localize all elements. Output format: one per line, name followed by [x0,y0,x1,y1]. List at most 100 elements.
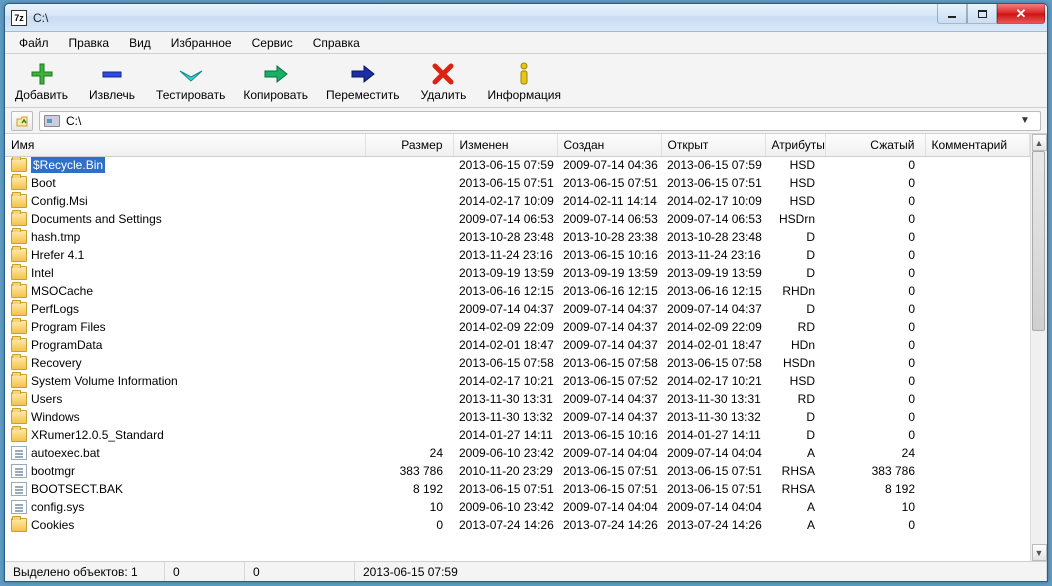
table-row[interactable]: Cookies02013-07-24 14:262013-07-24 14:26… [5,516,1030,534]
row-size [365,282,453,300]
info-label: Информация [487,88,560,102]
table-row[interactable]: BOOTSECT.BAK8 1922013-06-15 07:512013-06… [5,480,1030,498]
row-modified: 2013-11-30 13:32 [453,408,557,426]
info-button[interactable]: Информация [487,60,560,102]
row-size: 8 192 [365,480,453,498]
row-attrs: D [765,426,825,444]
folder-icon [11,284,27,298]
extract-button[interactable]: Извлечь [86,60,138,102]
test-button[interactable]: Тестировать [156,60,225,102]
row-modified: 2013-06-15 07:51 [453,480,557,498]
maximize-icon [978,10,987,18]
table-row[interactable]: System Volume Information 2014-02-17 10:2… [5,372,1030,390]
col-size[interactable]: Размер [365,134,453,156]
table-row[interactable]: Program Files2014-02-09 22:092009-07-14 … [5,318,1030,336]
row-attrs: RHDn [765,282,825,300]
row-packed: 0 [825,336,925,354]
x-icon [432,60,454,88]
file-list[interactable]: Имя Размер Изменен Создан Открыт Атрибут… [5,134,1030,561]
menu-file[interactable]: Файл [9,33,59,53]
table-row[interactable]: config.sys102009-06-10 23:422009-07-14 0… [5,498,1030,516]
row-opened: 2013-10-28 23:48 [661,228,765,246]
row-modified: 2014-02-17 10:21 [453,372,557,390]
copy-button[interactable]: Копировать [243,60,308,102]
table-row[interactable]: Config.Msi2014-02-17 10:092014-02-11 14:… [5,192,1030,210]
table-row[interactable]: Boot2013-06-15 07:512013-06-15 07:512013… [5,174,1030,192]
test-label: Тестировать [156,88,225,102]
row-name: Cookies [31,518,74,532]
table-row[interactable]: Users2013-11-30 13:312009-07-14 04:37201… [5,390,1030,408]
col-created[interactable]: Создан [557,134,661,156]
table-row[interactable]: MSOCache2013-06-16 12:152013-06-16 12:15… [5,282,1030,300]
row-opened: 2013-09-19 13:59 [661,264,765,282]
move-button[interactable]: Переместить [326,60,400,102]
col-opened[interactable]: Открыт [661,134,765,156]
vertical-scrollbar[interactable]: ▲ ▼ [1030,134,1047,561]
row-size: 24 [365,444,453,462]
title-bar[interactable]: 7z C:\ ✕ [5,4,1047,32]
row-name: System Volume Information [31,374,178,388]
status-cell-3: 2013-06-15 07:59 [355,562,1047,581]
table-row[interactable]: hash.tmp2013-10-28 23:482013-10-28 23:38… [5,228,1030,246]
col-comment[interactable]: Комментарий [925,134,1030,156]
menu-view[interactable]: Вид [119,33,161,53]
menu-bar: Файл Правка Вид Избранное Сервис Справка [5,32,1047,54]
row-attrs: D [765,408,825,426]
file-icon [11,500,27,514]
copy-label: Копировать [243,88,308,102]
scroll-down-icon[interactable]: ▼ [1032,544,1047,561]
row-packed: 10 [825,498,925,516]
row-size [365,246,453,264]
check-icon [178,60,204,88]
scrollbar-track[interactable] [1031,151,1047,544]
table-row[interactable]: ProgramData2014-02-01 18:472009-07-14 04… [5,336,1030,354]
col-modified[interactable]: Изменен [453,134,557,156]
delete-label: Удалить [421,88,467,102]
row-created: 2013-06-15 07:51 [557,480,661,498]
address-path[interactable]: C:\ ▼ [39,111,1041,131]
row-opened: 2009-07-14 04:37 [661,300,765,318]
row-size [365,426,453,444]
row-created: 2013-06-15 07:58 [557,354,661,372]
row-comment [925,390,1030,408]
row-comment [925,282,1030,300]
row-modified: 2009-07-14 06:53 [453,210,557,228]
table-row[interactable]: $Recycle.Bin2013-06-15 07:592009-07-14 0… [5,156,1030,174]
menu-edit[interactable]: Правка [59,33,120,53]
table-row[interactable]: autoexec.bat242009-06-10 23:422009-07-14… [5,444,1030,462]
row-packed: 0 [825,282,925,300]
row-comment [925,228,1030,246]
minimize-button[interactable] [937,4,967,24]
folder-icon [11,410,27,424]
scrollbar-thumb[interactable] [1032,151,1045,331]
table-row[interactable]: PerfLogs2009-07-14 04:372009-07-14 04:37… [5,300,1030,318]
menu-help[interactable]: Справка [303,33,370,53]
menu-service[interactable]: Сервис [242,33,303,53]
up-button[interactable] [11,111,33,131]
table-row[interactable]: Hrefer 4.12013-11-24 23:162013-06-15 10:… [5,246,1030,264]
table-row[interactable]: bootmgr383 7862010-11-20 23:292013-06-15… [5,462,1030,480]
scroll-up-icon[interactable]: ▲ [1032,134,1047,151]
table-row[interactable]: Recovery2013-06-15 07:582013-06-15 07:58… [5,354,1030,372]
row-created: 2009-07-14 06:53 [557,210,661,228]
folder-icon [11,338,27,352]
table-row[interactable]: Windows2013-11-30 13:322009-07-14 04:372… [5,408,1030,426]
menu-favorites[interactable]: Избранное [161,33,242,53]
row-comment [925,372,1030,390]
row-comment [925,156,1030,174]
close-button[interactable]: ✕ [997,4,1045,24]
maximize-button[interactable] [967,4,997,24]
folder-icon [11,158,27,172]
table-row[interactable]: Documents and Settings2009-07-14 06:5320… [5,210,1030,228]
col-attrs[interactable]: Атрибуты [765,134,825,156]
table-row[interactable]: Intel2013-09-19 13:592013-09-19 13:59201… [5,264,1030,282]
add-button[interactable]: Добавить [15,60,68,102]
row-opened: 2013-06-15 07:51 [661,462,765,480]
delete-button[interactable]: Удалить [417,60,469,102]
table-row[interactable]: XRumer12.0.5_Standard2014-01-27 14:11201… [5,426,1030,444]
col-name[interactable]: Имя [5,134,365,156]
col-packed[interactable]: Сжатый [825,134,925,156]
address-dropdown-icon[interactable]: ▼ [1020,115,1036,126]
row-name: bootmgr [31,464,75,478]
folder-icon [11,428,27,442]
